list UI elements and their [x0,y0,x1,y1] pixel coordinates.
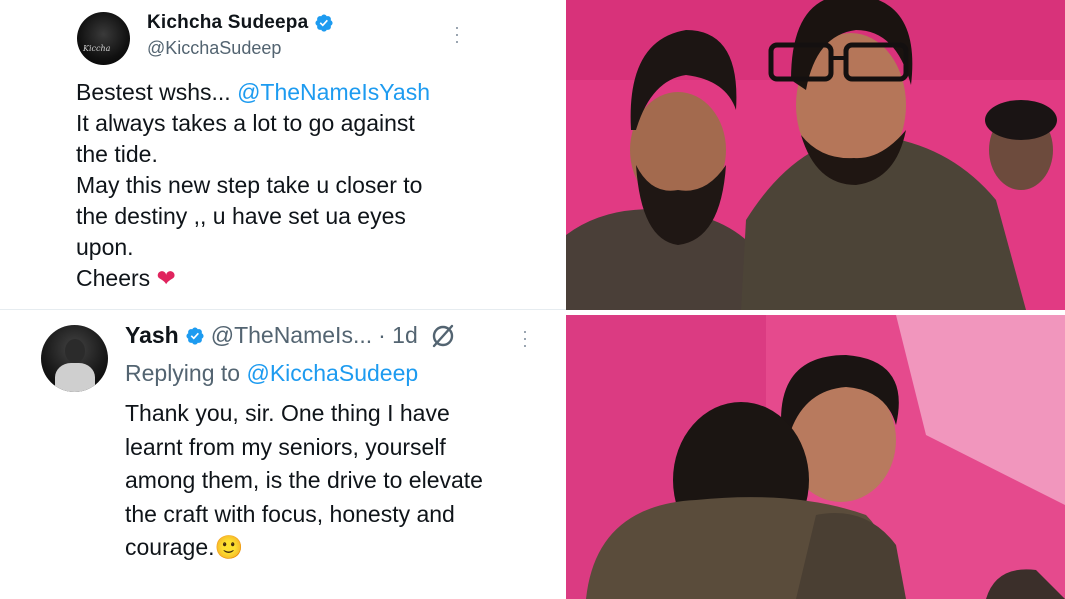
verified-badge-icon [186,326,204,345]
tweet2-line: Thank you, sir. One thing I have [125,400,450,426]
tweet2-line: the craft with focus, honesty and [125,500,455,527]
tweet-divider [0,309,566,310]
photo-bottom[interactable] [566,315,1065,599]
tweet1-line: Bestest wshs... @TheNameIsYash [76,79,431,105]
grok-icon[interactable] [430,323,456,349]
tweet2-line: among them, is the drive to elevate [125,467,483,493]
photo-top[interactable] [566,0,1065,310]
kichcha-avatar[interactable]: Kiccha [77,12,130,65]
tweet1-handle[interactable]: @KicchaSudeep [147,38,281,59]
avatar-body [55,363,95,392]
tweet1-line: It always takes a lot to go against [76,110,415,136]
mention-link[interactable]: @TheNameIsYash [237,79,430,105]
heart-emoji: ❤ [156,265,176,291]
avatar-head [65,339,85,363]
more-options-icon[interactable]: · · · [518,322,532,354]
tweet1-line: the destiny ,, u have set ua eyes [76,203,406,229]
replying-to: Replying to @KicchaSudeep [125,360,419,386]
tweet2-time[interactable]: · 1d [378,322,418,349]
tweet1-line: May this new step take u closer to [76,172,423,198]
tweet1-author-name: Kichcha Sudeepa [147,12,309,33]
tweet1-line: upon. [76,234,134,260]
tweet-thread: Kiccha Kichcha Sudeepa @KicchaSudeep · · ·… [0,0,566,599]
tweet2-line: learnt from my seniors, yourself [125,433,446,460]
more-options-icon[interactable]: · · · [450,18,464,50]
tweet2-author-name[interactable]: Yash [125,322,179,349]
tweet2-handle[interactable]: @TheNameIs... [211,322,372,349]
tweet2-line: courage.🙂 [125,534,244,560]
tweet1-text: Bestest wshs... @TheNameIsYash It always… [76,77,516,294]
tweet1-line: the tide. [76,141,158,167]
yash-avatar[interactable] [41,325,108,392]
tweet2-header: Yash @TheNameIs... · 1d [125,322,456,349]
photo-collage [566,0,1065,599]
tweet1-line: Cheers ❤ [76,265,176,291]
tweet2-text: Thank you, sir. One thing I have learnt … [125,397,545,565]
photo-top-illustration [566,0,1065,310]
tweet1-author[interactable]: Kichcha Sudeepa [147,12,334,34]
verified-badge-icon [315,14,333,32]
photo-bottom-illustration [566,315,1065,599]
avatar-signature: Kiccha [83,44,111,53]
replying-mention-link[interactable]: @KicchaSudeep [246,360,418,386]
